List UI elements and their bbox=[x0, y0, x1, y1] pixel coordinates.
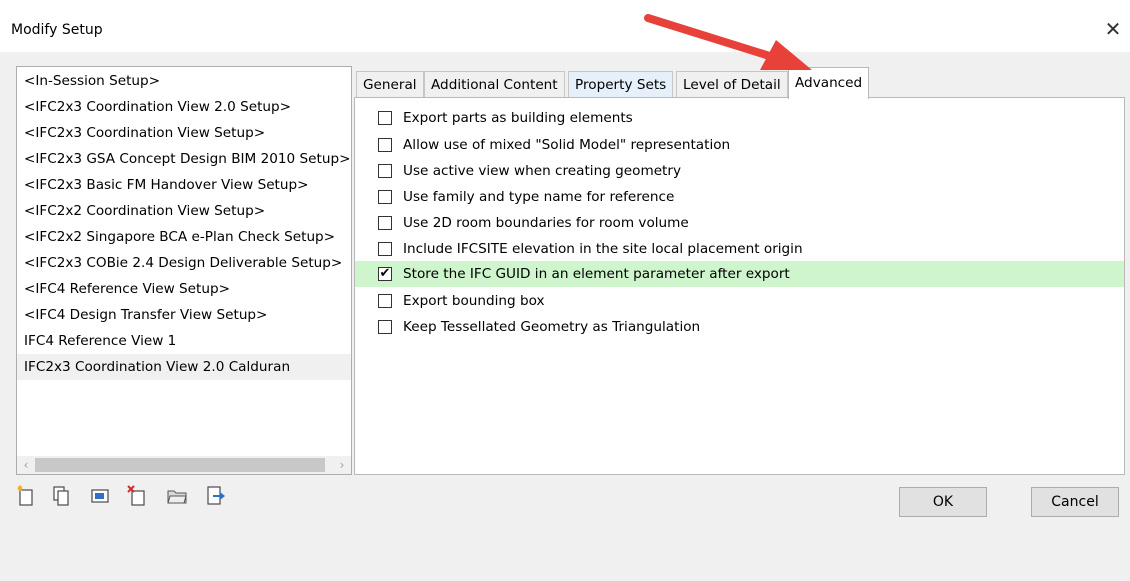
option-row[interactable]: Export bounding box bbox=[355, 288, 1124, 314]
cancel-button[interactable]: Cancel bbox=[1031, 487, 1119, 517]
option-label: Export bounding box bbox=[403, 293, 545, 309]
option-row[interactable]: Use 2D room boundaries for room volume bbox=[355, 210, 1124, 236]
tab-general[interactable]: General bbox=[356, 71, 424, 97]
scroll-right-icon[interactable]: › bbox=[333, 456, 351, 474]
option-row[interactable]: Include IFCSITE elevation in the site lo… bbox=[355, 236, 1124, 262]
option-row[interactable]: Allow use of mixed "Solid Model" represe… bbox=[355, 132, 1124, 158]
tab-property-sets[interactable]: Property Sets bbox=[568, 71, 674, 97]
checkbox[interactable] bbox=[378, 216, 392, 230]
duplicate-setup-icon[interactable] bbox=[51, 485, 71, 507]
option-row-highlighted[interactable]: ✔ Store the IFC GUID in an element param… bbox=[355, 261, 1124, 287]
option-row[interactable]: Use family and type name for reference bbox=[355, 184, 1124, 210]
option-label: Use active view when creating geometry bbox=[403, 163, 682, 179]
tab-additional-content[interactable]: Additional Content bbox=[424, 71, 565, 97]
checkbox[interactable] bbox=[378, 294, 392, 308]
setup-item[interactable]: <IFC2x3 Basic FM Handover View Setup> bbox=[17, 172, 351, 198]
setup-list[interactable]: <In-Session Setup> <IFC2x3 Coordination … bbox=[16, 66, 352, 475]
scroll-thumb[interactable] bbox=[35, 458, 325, 472]
option-label: Store the IFC GUID in an element paramet… bbox=[403, 266, 790, 282]
setup-item[interactable]: <IFC2x2 Coordination View Setup> bbox=[17, 198, 351, 224]
option-label: Use 2D room boundaries for room volume bbox=[403, 215, 689, 231]
horizontal-scrollbar[interactable]: ‹ › bbox=[17, 456, 351, 474]
delete-setup-icon[interactable] bbox=[127, 485, 147, 507]
setup-item[interactable]: <IFC2x3 Coordination View 2.0 Setup> bbox=[17, 94, 351, 120]
window-title: Modify Setup bbox=[11, 22, 103, 38]
checkbox[interactable] bbox=[378, 111, 392, 125]
setup-item[interactable]: <IFC4 Reference View Setup> bbox=[17, 276, 351, 302]
setup-item[interactable]: IFC4 Reference View 1 bbox=[17, 328, 351, 354]
setup-item-selected[interactable]: IFC2x3 Coordination View 2.0 Calduran bbox=[17, 354, 351, 380]
export-setup-icon[interactable] bbox=[206, 485, 226, 507]
option-label: Include IFCSITE elevation in the site lo… bbox=[403, 241, 803, 257]
option-row[interactable]: Export parts as building elements bbox=[355, 105, 1124, 131]
checkbox[interactable] bbox=[378, 242, 392, 256]
setup-item[interactable]: <IFC2x3 Coordination View Setup> bbox=[17, 120, 351, 146]
advanced-options-panel: Export parts as building elements Allow … bbox=[354, 97, 1125, 475]
checkbox[interactable] bbox=[378, 138, 392, 152]
option-label: Keep Tessellated Geometry as Triangulati… bbox=[403, 319, 701, 335]
option-label: Use family and type name for reference bbox=[403, 189, 675, 205]
tab-advanced[interactable]: Advanced bbox=[788, 67, 870, 99]
import-setup-icon[interactable] bbox=[167, 485, 187, 507]
ok-button[interactable]: OK bbox=[899, 487, 987, 517]
rename-setup-icon[interactable] bbox=[90, 485, 110, 507]
scroll-left-icon[interactable]: ‹ bbox=[17, 456, 35, 474]
option-label: Allow use of mixed "Solid Model" represe… bbox=[403, 137, 731, 153]
setup-item[interactable]: <IFC2x2 Singapore BCA e-Plan Check Setup… bbox=[17, 224, 351, 250]
option-row[interactable]: Keep Tessellated Geometry as Triangulati… bbox=[355, 314, 1124, 340]
title-bar: Modify Setup ✕ bbox=[0, 0, 1130, 52]
option-row[interactable]: Use active view when creating geometry bbox=[355, 158, 1124, 184]
checkbox[interactable] bbox=[378, 190, 392, 204]
checkbox-checked[interactable]: ✔ bbox=[378, 267, 392, 281]
option-label: Export parts as building elements bbox=[403, 110, 633, 126]
close-button[interactable]: ✕ bbox=[1096, 14, 1130, 44]
setup-item[interactable]: <IFC4 Design Transfer View Setup> bbox=[17, 302, 351, 328]
tab-level-of-detail[interactable]: Level of Detail bbox=[676, 71, 788, 97]
checkbox[interactable] bbox=[378, 320, 392, 334]
setup-item[interactable]: <In-Session Setup> bbox=[17, 68, 351, 94]
close-icon: ✕ bbox=[1104, 17, 1122, 41]
checkbox[interactable] bbox=[378, 164, 392, 178]
setup-item[interactable]: <IFC2x3 COBie 2.4 Design Deliverable Set… bbox=[17, 250, 351, 276]
new-setup-icon[interactable] bbox=[16, 485, 36, 507]
setup-item[interactable]: <IFC2x3 GSA Concept Design BIM 2010 Setu… bbox=[17, 146, 351, 172]
